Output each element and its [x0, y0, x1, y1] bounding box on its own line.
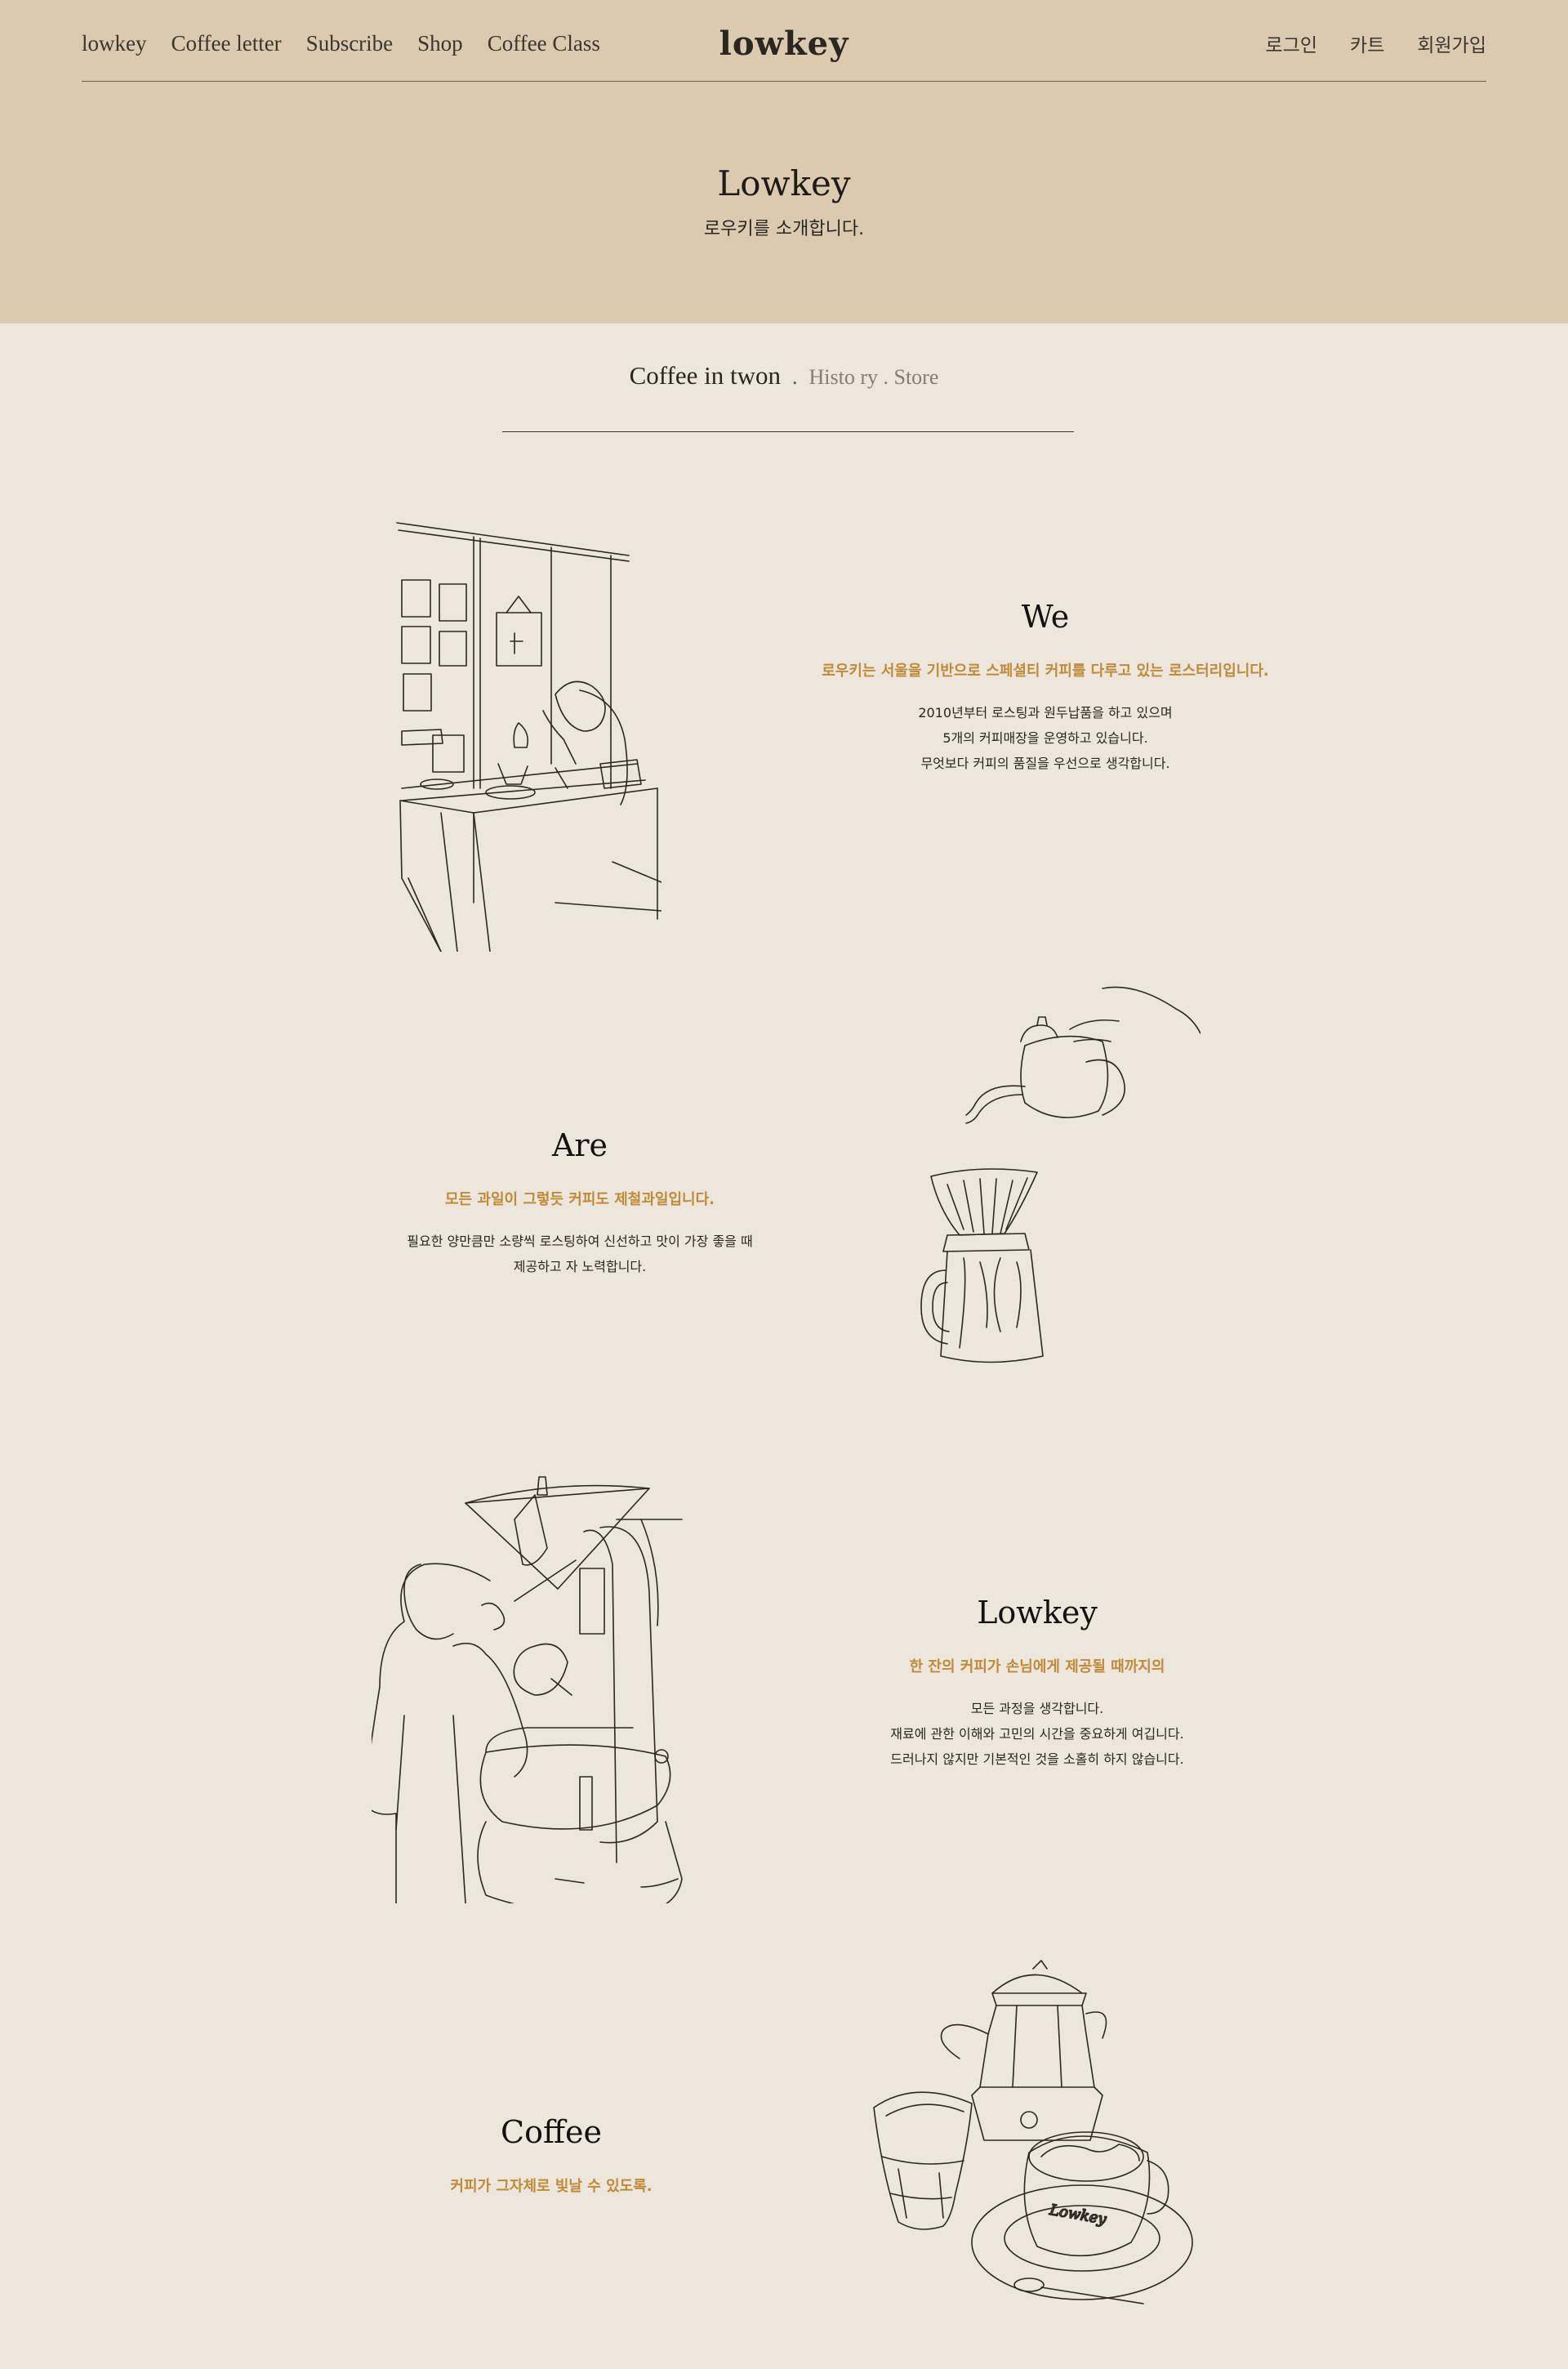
top-navigation: lowkey Coffee letter Subscribe Shop Coff…: [82, 0, 1486, 82]
brand-logo[interactable]: lowkey: [719, 25, 849, 63]
body-line: 2010년부터 로스팅과 원두납품을 하고 있으며: [918, 705, 1173, 721]
nav-link-cart[interactable]: 카트: [1350, 29, 1384, 57]
page-subtitle: 로우키를 소개합니다.: [703, 219, 865, 239]
section-title: Lowkey: [977, 1595, 1098, 1631]
body-line: 모든 과정을 생각합니다.: [970, 1701, 1104, 1716]
nav-link-signup[interactable]: 회원가입: [1417, 29, 1486, 57]
nav-link-shop[interactable]: Shop: [417, 31, 463, 56]
nav-link-lowkey[interactable]: lowkey: [82, 31, 146, 56]
body-line: 제공하고 자 노력합니다.: [513, 1259, 647, 1274]
nav-right-links: 로그인 카트 회원가입: [1266, 29, 1486, 57]
section-body: 2010년부터 로스팅과 원두납품을 하고 있으며 5개의 커피매장을 운영하고…: [784, 700, 1307, 776]
section-we: We 로우키는 서울을 기반으로 스페셜티 커피를 다루고 있는 로스터리입니다…: [784, 599, 1307, 776]
nav-link-coffee-class[interactable]: Coffee Class: [488, 31, 600, 56]
body-line: 무엇보다 커피의 품질을 우선으로 생각합니다.: [920, 756, 1170, 771]
body-line: 드러나지 않지만 기본적인 것을 소홀히 하지 않습니다.: [890, 1751, 1184, 1767]
roaster-illustration: [363, 1470, 706, 1915]
section-title: Coffee: [501, 2114, 602, 2150]
pour-over-illustration: [915, 980, 1201, 1364]
body-line: 재료에 관한 이해와 고민의 시간을 중요하게 여깁니다.: [890, 1726, 1184, 1742]
body-line: 5개의 커피매장을 운영하고 있습니다.: [942, 730, 1148, 746]
section-lowkey: Lowkey 한 잔의 커피가 손님에게 제공될 때까지의 모든 과정을 생각합…: [833, 1595, 1241, 1772]
section-tabs: Coffee in twon . Histo ry . Store: [0, 361, 1568, 390]
nav-left-links: lowkey Coffee letter Subscribe Shop Coff…: [82, 31, 600, 56]
section-coffee: Coffee 커피가 그자체로 빛날 수 있도록.: [351, 2114, 751, 2215]
section-body: 모든 과정을 생각합니다. 재료에 관한 이해와 고민의 시간을 중요하게 여깁…: [833, 1696, 1241, 1772]
nav-link-subscribe[interactable]: Subscribe: [306, 31, 393, 56]
body-line: 필요한 양만큼만 소량씩 로스팅하여 신선하고 맛이 가장 좋을 때: [407, 1234, 753, 1249]
page-title: Lowkey: [717, 163, 851, 203]
moka-pot-cups-illustration: Lowkey: [866, 1956, 1200, 2316]
tab-coffee-in-town[interactable]: Coffee in twon: [630, 361, 781, 390]
section-divider: [502, 431, 1074, 432]
tab-history-store[interactable]: Histo ry . Store: [809, 365, 939, 389]
section-title: Are: [551, 1127, 608, 1163]
section-body: 필요한 양만큼만 소량씩 로스팅하여 신선하고 맛이 가장 좋을 때 제공하고 …: [335, 1229, 825, 1279]
nav-link-login[interactable]: 로그인: [1266, 29, 1317, 57]
nav-link-coffee-letter[interactable]: Coffee letter: [171, 31, 281, 56]
section-lead: 커피가 그자체로 빛날 수 있도록.: [450, 2178, 653, 2195]
cup-logo-text: Lowkey: [1048, 2202, 1108, 2228]
section-lead: 한 잔의 커피가 손님에게 제공될 때까지의: [909, 1658, 1165, 1675]
tab-separator: .: [792, 365, 798, 389]
section-lead: 로우키는 서울을 기반으로 스페셜티 커피를 다루고 있는 로스터리입니다.: [822, 663, 1269, 680]
hero-banner: lowkey Coffee letter Subscribe Shop Coff…: [0, 0, 1568, 323]
section-title: We: [1021, 599, 1070, 635]
section-lead: 모든 과일이 그렇듯 커피도 제철과일입니다.: [445, 1191, 715, 1208]
section-are: Are 모든 과일이 그렇듯 커피도 제철과일입니다. 필요한 양만큼만 소량씩…: [335, 1127, 825, 1279]
cafe-counter-illustration: [392, 519, 662, 953]
